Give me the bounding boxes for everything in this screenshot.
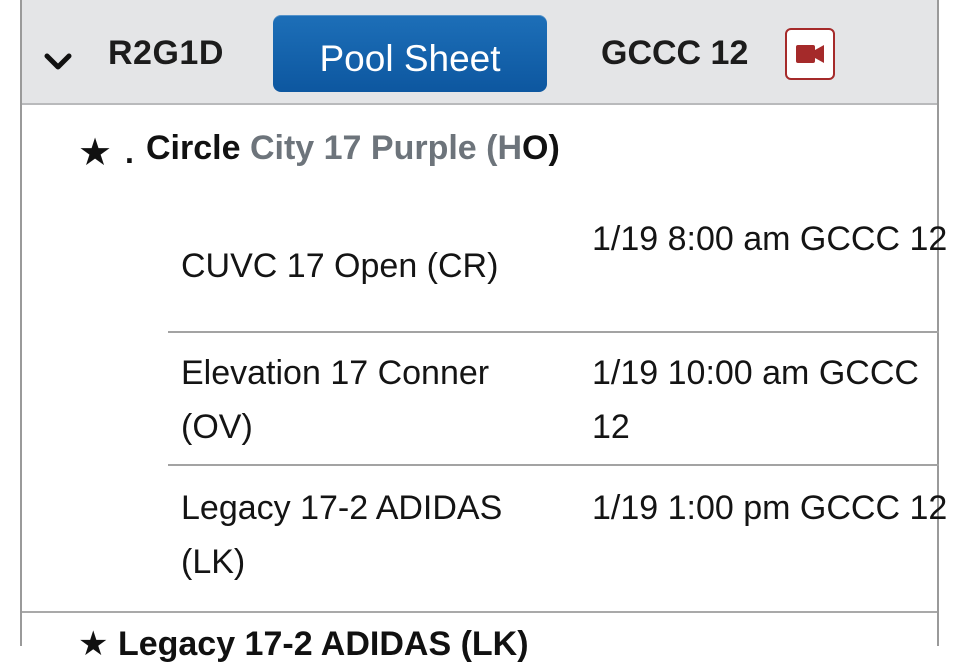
court-label: GCCC 12 xyxy=(601,34,749,72)
match-row[interactable]: Elevation 17 Conner (OV) 1/19 10:00 am G… xyxy=(168,333,939,466)
match-opponent: CUVC 17 Open (CR) xyxy=(181,247,499,285)
pool-code: R2G1D xyxy=(108,34,224,72)
row-divider xyxy=(22,611,937,613)
match-opponent: Elevation 17 Conner (OV) xyxy=(181,354,490,446)
pool-sheet-button[interactable]: Pool Sheet xyxy=(273,15,547,92)
match-time-location: 1/19 8:00 am GCCC 12 xyxy=(592,220,948,258)
video-camera-icon[interactable] xyxy=(785,28,835,80)
match-row[interactable]: CUVC 17 Open (CR) 1/19 8:00 am GCCC 12 xyxy=(168,200,947,333)
star-icon: ★ xyxy=(78,625,109,663)
team-name-gray: City 17 Purple (H xyxy=(240,129,523,167)
team-name-end: O) xyxy=(522,129,560,167)
next-team-name[interactable]: ★ Legacy 17-2 ADIDAS (LK) xyxy=(78,624,529,664)
match-time-location: 1/19 10:00 am GCCC 12 xyxy=(592,354,919,446)
match-list: CUVC 17 Open (CR) 1/19 8:00 am GCCC 12 E… xyxy=(168,200,947,606)
team-dot: . xyxy=(125,134,134,170)
match-row[interactable]: Legacy 17-2 ADIDAS (LK) 1/19 1:00 pm GCC… xyxy=(168,466,947,606)
star-icon: ★ xyxy=(78,132,113,174)
team-name-start: Circle xyxy=(146,129,241,167)
match-time-location: 1/19 1:00 pm GCCC 12 xyxy=(592,489,948,527)
chevron-down-icon[interactable] xyxy=(42,46,74,74)
team-name: Circle City 17 Purple (HO) xyxy=(146,129,560,168)
match-opponent: Legacy 17-2 ADIDAS (LK) xyxy=(181,489,503,581)
next-team-label: Legacy 17-2 ADIDAS (LK) xyxy=(117,625,529,663)
